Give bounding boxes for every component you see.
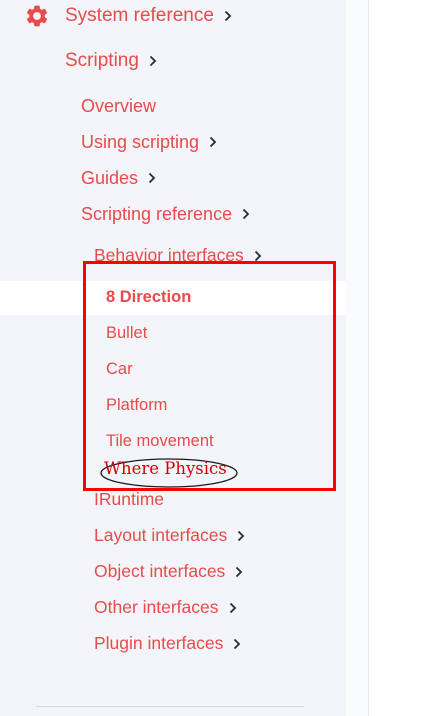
chevron-right-icon — [229, 602, 237, 614]
chevron-right-icon — [148, 172, 156, 184]
chevron-right-icon — [254, 250, 262, 262]
chevron-right-icon — [237, 530, 245, 542]
gear-icon — [26, 5, 48, 27]
annotation-handwritten-note: Where Physics — [104, 459, 227, 478]
chevron-right-icon — [149, 55, 157, 67]
nav-plugin-interfaces[interactable]: Plugin interfaces — [94, 633, 241, 653]
nav-scripting-reference[interactable]: Scripting reference — [81, 205, 250, 223]
nav-overview-label: Overview — [81, 96, 157, 116]
chevron-right-icon — [224, 10, 232, 22]
chevron-right-icon — [209, 136, 217, 148]
chevron-right-icon — [235, 566, 243, 578]
chevron-right-icon — [242, 208, 250, 220]
nav-object-interfaces-label: Object interfaces — [94, 561, 226, 581]
nav-other-interfaces-label: Other interfaces — [94, 597, 219, 617]
nav-guides[interactable]: Guides — [81, 169, 156, 187]
nav-using-scripting[interactable]: Using scripting — [81, 133, 217, 151]
nav-system-reference-label: System reference — [65, 5, 214, 26]
nav-scripting-label: Scripting — [65, 50, 139, 71]
sidebar-divider — [368, 0, 369, 716]
chevron-right-icon — [233, 638, 241, 650]
nav-using-scripting-label: Using scripting — [81, 132, 200, 152]
nav-layout-interfaces[interactable]: Layout interfaces — [94, 525, 245, 545]
nav-guides-label: Guides — [81, 168, 139, 188]
sidebar-edge — [346, 0, 368, 716]
nav-scripting[interactable]: Scripting — [65, 51, 157, 70]
sidebar-bottom-rule — [36, 706, 304, 707]
nav-scripting-reference-label: Scripting reference — [81, 204, 233, 224]
nav-iruntime-label: IRuntime — [94, 489, 165, 509]
nav-object-interfaces[interactable]: Object interfaces — [94, 561, 243, 581]
nav-plugin-interfaces-label: Plugin interfaces — [94, 633, 224, 653]
nav-other-interfaces[interactable]: Other interfaces — [94, 597, 237, 617]
nav-overview[interactable]: Overview — [81, 97, 156, 115]
nav-layout-interfaces-label: Layout interfaces — [94, 525, 228, 545]
nav-system-reference[interactable]: System reference — [65, 6, 232, 25]
nav-iruntime[interactable]: IRuntime — [94, 489, 165, 509]
